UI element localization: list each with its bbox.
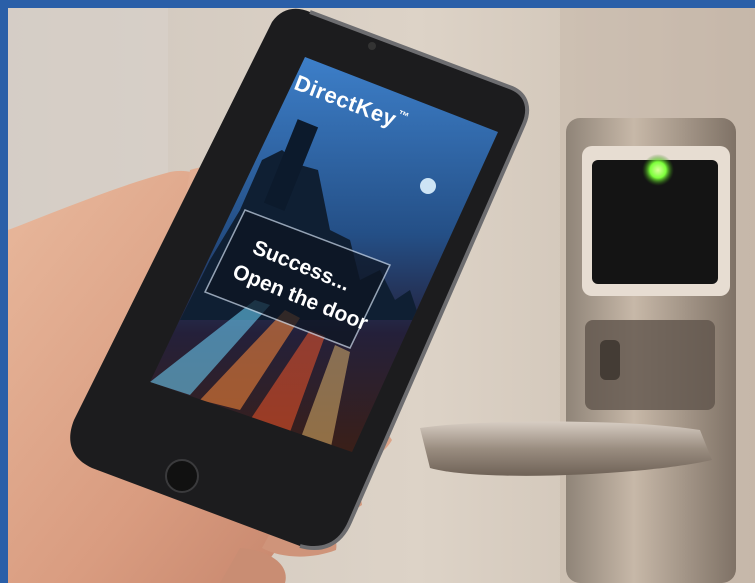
scene-photo: [0, 0, 755, 583]
lock-indicator-light: [642, 154, 674, 186]
photo-frame: DirectKey™ Success... Open the door: [0, 0, 755, 583]
home-button: [165, 459, 199, 493]
